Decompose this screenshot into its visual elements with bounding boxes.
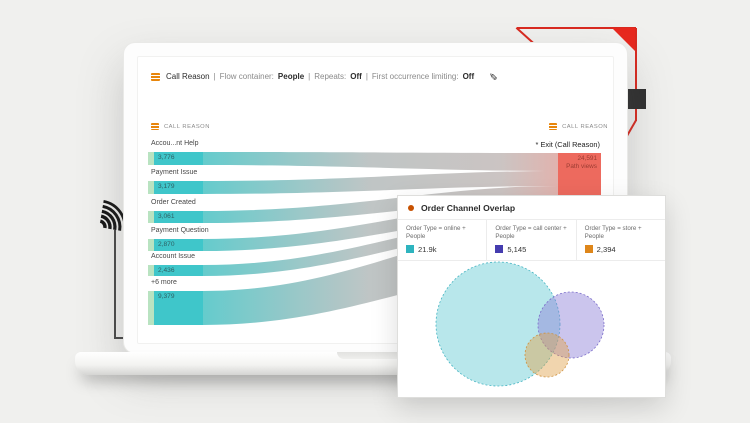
flow-node-bar[interactable]: 3,179 <box>148 181 203 194</box>
dimension-icon <box>549 123 557 130</box>
flow-node-bar-body: 3,179 <box>154 181 203 194</box>
decor-gray-line-vertical <box>114 230 116 338</box>
separator: | <box>214 72 216 81</box>
flow-node-value: 3,179 <box>158 183 175 190</box>
exit-node-label: * Exit (Call Reason) <box>536 140 600 149</box>
flow-node-value: 2,436 <box>158 267 175 274</box>
edit-pencil-icon[interactable]: ✎ <box>487 72 498 80</box>
venn-circle-store <box>525 333 569 377</box>
flow-node-label: Accou...nt Help <box>151 140 198 147</box>
card-title-row: Order Channel Overlap <box>398 196 665 220</box>
flow-node-bar-body: 3,061 <box>154 211 203 223</box>
right-column-header: CALL REASON <box>549 123 608 130</box>
flow-node-label: Payment Issue <box>151 169 197 176</box>
order-channel-overlap-card: Order Channel Overlap Order Type = onlin… <box>397 195 666 398</box>
flow-container-label: Flow container: <box>220 72 274 81</box>
repeats-label: Repeats: <box>314 72 346 81</box>
flow-container-value: People <box>278 72 304 81</box>
flow-node-value: 3,776 <box>158 154 175 161</box>
flow-node-bar-body: 9,379 <box>154 291 203 325</box>
flow-node-value: 2,870 <box>158 241 175 248</box>
venn-legend-value: 2,394 <box>597 245 616 254</box>
flow-node-bar[interactable]: 2,870 <box>148 239 203 251</box>
dimension-icon <box>151 73 160 81</box>
flow-node-label: Account Issue <box>151 253 195 260</box>
left-column-header-label: CALL REASON <box>164 124 210 130</box>
legend-swatch-icon <box>585 245 593 253</box>
flow-node-bar-body: 2,436 <box>154 265 203 276</box>
venn-bullet-icon <box>408 205 414 211</box>
card-title: Order Channel Overlap <box>421 203 515 213</box>
flow-node-bar[interactable]: 3,776 <box>148 152 203 165</box>
flow-node-bar[interactable]: 2,436 <box>148 265 203 276</box>
legend-swatch-icon <box>495 245 503 253</box>
exit-node-metrics: 24,591 Path views <box>566 155 597 172</box>
first-occurrence-label: First occurrence limiting: <box>372 72 459 81</box>
flow-settings-toolbar: Call Reason | Flow container: People | R… <box>151 71 497 82</box>
separator: | <box>308 72 310 81</box>
marketing-composition: Call Reason | Flow container: People | R… <box>0 0 750 423</box>
legend-swatch-icon <box>406 245 414 253</box>
dimension-name: Call Reason <box>166 72 210 81</box>
venn-diagram <box>398 261 663 397</box>
venn-legend-label: Order Type = store + People <box>585 225 657 241</box>
venn-legend-item: Order Type = call center + People 5,145 <box>486 220 575 260</box>
venn-legend-item: Order Type = online + People 21.9k <box>398 220 486 260</box>
right-column-header-label: CALL REASON <box>562 124 608 130</box>
exit-path-views-value: 24,591 <box>566 155 597 163</box>
left-column-header: CALL REASON <box>151 123 210 130</box>
dimension-icon <box>151 123 159 130</box>
venn-legend-item: Order Type = store + People 2,394 <box>576 220 665 260</box>
flow-node-value: 9,379 <box>158 293 175 300</box>
venn-legend: Order Type = online + People21.9kOrder T… <box>398 220 665 261</box>
flow-node-bar-body: 3,776 <box>154 152 203 165</box>
venn-legend-label: Order Type = call center + People <box>495 225 567 241</box>
repeats-value: Off <box>350 72 362 81</box>
flow-node-value: 3,061 <box>158 213 175 220</box>
flow-node-label: +6 more <box>151 279 177 286</box>
separator: | <box>366 72 368 81</box>
flow-node-label: Order Created <box>151 199 196 206</box>
venn-legend-value: 21.9k <box>418 245 437 254</box>
flow-node-bar[interactable]: 3,061 <box>148 211 203 223</box>
decor-dark-square <box>626 89 646 109</box>
first-occurrence-value: Off <box>463 72 475 81</box>
venn-legend-value: 5,145 <box>507 245 526 254</box>
flow-node-bar[interactable]: 9,379 <box>148 291 203 325</box>
exit-path-views-caption: Path views <box>566 163 597 171</box>
flow-node-bar-body: 2,870 <box>154 239 203 251</box>
flow-node-label: Payment Question <box>151 227 209 234</box>
venn-legend-label: Order Type = online + People <box>406 225 478 241</box>
